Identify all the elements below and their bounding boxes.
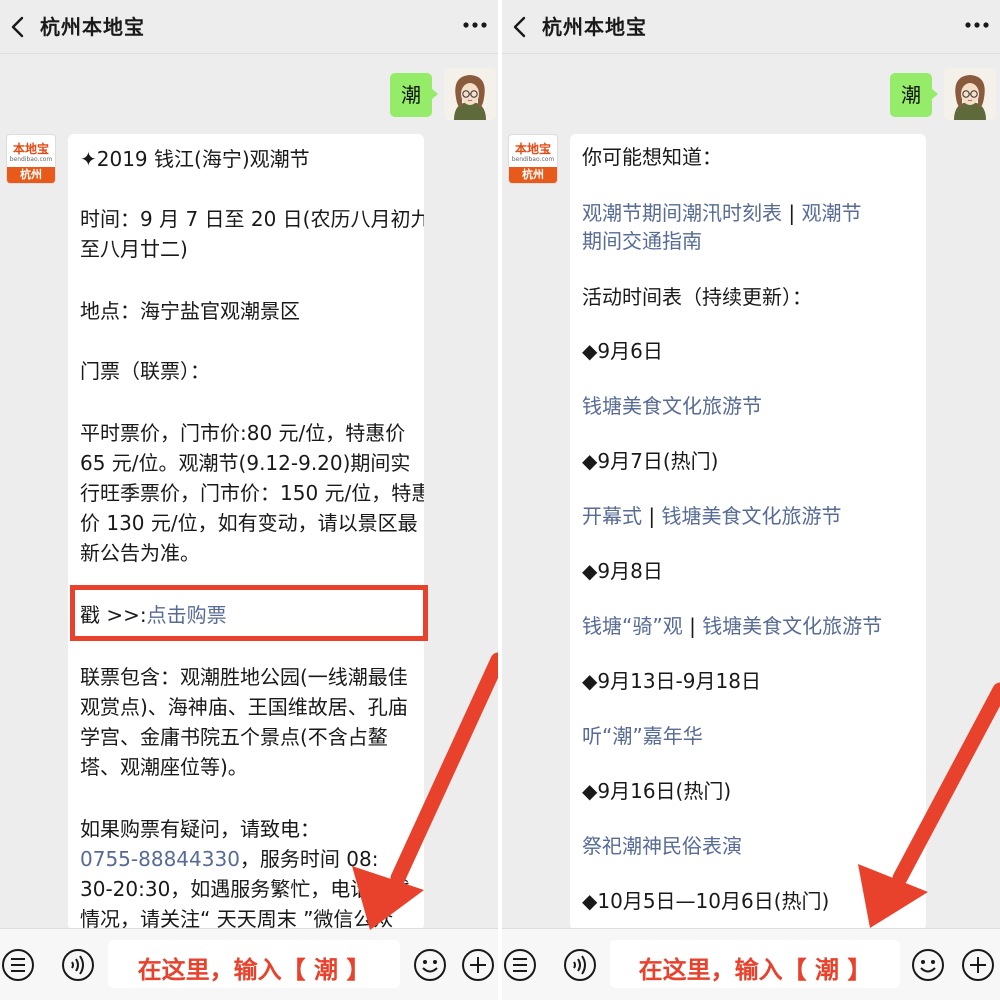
plus-icon[interactable]: [460, 947, 496, 983]
user-avatar[interactable]: [944, 68, 996, 120]
event-date: ◆9月13日-9月18日: [582, 669, 761, 693]
menu-list-icon[interactable]: [0, 947, 36, 983]
phone-line: 0755-88844330，服务时间 08:: [80, 844, 378, 874]
message-line: 情况，请关注“ 天天周末 ”微信公众: [80, 907, 394, 930]
tide-schedule-link[interactable]: 观潮节期间潮汛时刻表: [582, 201, 782, 225]
avatar-site-text: bendibao.com: [511, 156, 555, 163]
message-line: 至八月廿二): [80, 237, 188, 261]
user-message-bubble: 潮: [890, 73, 938, 117]
user-message-bubble: 潮: [390, 73, 438, 117]
chat-header: 杭州本地宝: [502, 0, 1000, 54]
event-date: ◆9月7日(热门): [582, 449, 719, 473]
message-line: 新公告为准。: [80, 541, 200, 565]
event-date: ◆10月5日—10月6日(热门): [582, 889, 830, 913]
avatar-brand-text: 本地宝: [514, 142, 551, 156]
bot-message-bubble: ✦2019 钱江(海宁)观潮节 时间：9 月 7 日至 20 日(农历八月初九 …: [68, 134, 424, 930]
avatar-brand-text: 本地宝: [12, 142, 49, 156]
festival-title: ✦2019 钱江(海宁)观潮节: [80, 147, 310, 171]
user-avatar-illustration: [444, 68, 496, 120]
event-link[interactable]: 开幕式: [582, 504, 642, 528]
avatar-city-label: 杭州: [7, 167, 55, 183]
avatar-city-label: 杭州: [509, 167, 557, 183]
message-line: 联票包含：观潮胜地公园(一线潮最佳: [80, 665, 408, 689]
back-arrow-icon[interactable]: [508, 13, 532, 41]
message-input[interactable]: 在这里，输入【 潮 】: [108, 940, 400, 988]
chat-title: 杭州本地宝: [542, 15, 647, 39]
chat-screen-left: 杭州本地宝 潮 本地宝 bendibao.com 杭州 ✦2019 钱江(海宁)…: [0, 0, 498, 1000]
chat-title: 杭州本地宝: [40, 15, 145, 39]
message-line: 平时票价，门市价:80 元/位，特惠价: [80, 421, 406, 445]
message-line: 65 元/位。观潮节(9.12-9.20)期间实: [80, 451, 411, 475]
message-line: 如果购票有疑问，请致电：: [80, 817, 320, 841]
back-arrow-icon[interactable]: [6, 13, 30, 41]
event-date: ◆9月8日: [582, 559, 663, 583]
message-line: 塔、观潮座位等)。: [80, 755, 248, 779]
plus-icon[interactable]: [960, 947, 996, 983]
official-account-avatar[interactable]: 本地宝 bendibao.com 杭州: [508, 134, 558, 184]
official-account-avatar[interactable]: 本地宝 bendibao.com 杭州: [6, 134, 56, 184]
input-toolbar: 在这里，输入【 潮 】: [0, 928, 498, 1000]
bot-message-bubble: 你可能想知道： 观潮节期间潮汛时刻表 | 观潮节 期间交通指南 活动时间表（持续…: [570, 134, 926, 930]
message-input[interactable]: 在这里，输入【 潮 】: [610, 940, 900, 988]
event-link[interactable]: 钱塘美食文化旅游节: [661, 504, 841, 528]
user-avatar-illustration: [944, 68, 996, 120]
event-link[interactable]: 听“潮”嘉年华: [582, 721, 703, 751]
link-separator: |: [782, 201, 802, 225]
message-line: 行旺季票价，门市价：150 元/位，特惠: [80, 481, 424, 505]
emoji-icon[interactable]: [910, 947, 946, 983]
link-line: 观潮节期间潮汛时刻表 | 观潮节: [582, 198, 861, 228]
service-hours-text: ，服务时间 08:: [239, 847, 379, 871]
message-line: 观赏点)、海神庙、王国维故居、孔庙: [80, 695, 408, 719]
chat-screen-right: 杭州本地宝 潮 本地宝 bendibao.com 杭州 你可能想知道： 观潮节期…: [502, 0, 1000, 1000]
more-options-icon[interactable]: [458, 10, 492, 40]
user-avatar[interactable]: [444, 68, 496, 120]
message-line: 价 130 元/位，如有变动，请以景区最: [80, 511, 418, 535]
event-link[interactable]: 祭祀潮神民俗表演: [582, 831, 742, 861]
input-hint-text: 在这里，输入【 潮 】: [137, 956, 371, 984]
phone-number-link[interactable]: 0755-88844330: [80, 847, 240, 871]
message-line: 活动时间表（持续更新）：: [582, 285, 812, 309]
chat-header: 杭州本地宝: [0, 0, 498, 54]
link-separator: |: [642, 504, 662, 528]
event-link[interactable]: 钱塘美食文化旅游节: [702, 614, 882, 638]
link-line: 开幕式 | 钱塘美食文化旅游节: [582, 501, 841, 531]
more-options-icon[interactable]: [960, 10, 994, 40]
voice-input-icon[interactable]: [60, 947, 96, 983]
message-line: 地点：海宁盐官观潮景区: [80, 299, 300, 323]
event-date: ◆9月16日(热门): [582, 779, 732, 803]
input-hint-text: 在这里，输入【 潮 】: [638, 956, 872, 984]
message-line: 时间：9 月 7 日至 20 日(农历八月初九: [80, 207, 424, 231]
message-line: 门票（联票）：: [80, 359, 210, 383]
buy-ticket-highlight: [70, 585, 428, 641]
link-separator: |: [682, 614, 703, 638]
message-line: 你可能想知道：: [582, 145, 722, 169]
message-line: 学宫、金庸书院五个景点(不含占鳌: [80, 725, 388, 749]
traffic-guide-link[interactable]: 观潮节: [801, 201, 861, 225]
menu-list-icon[interactable]: [502, 947, 538, 983]
avatar-site-text: bendibao.com: [9, 156, 53, 163]
event-link[interactable]: 钱塘“骑”观: [582, 614, 683, 638]
link-line: 钱塘“骑”观 | 钱塘美食文化旅游节: [582, 611, 882, 641]
input-toolbar: 在这里，输入【 潮 】: [502, 928, 1000, 1000]
traffic-guide-link[interactable]: 期间交通指南: [582, 226, 702, 256]
event-date: ◆9月6日: [582, 339, 663, 363]
event-link[interactable]: 钱塘美食文化旅游节: [582, 391, 762, 421]
emoji-icon[interactable]: [412, 947, 448, 983]
voice-input-icon[interactable]: [562, 947, 598, 983]
message-line: 30-20:30，如遇服务繁忙，电话占线: [80, 877, 411, 901]
